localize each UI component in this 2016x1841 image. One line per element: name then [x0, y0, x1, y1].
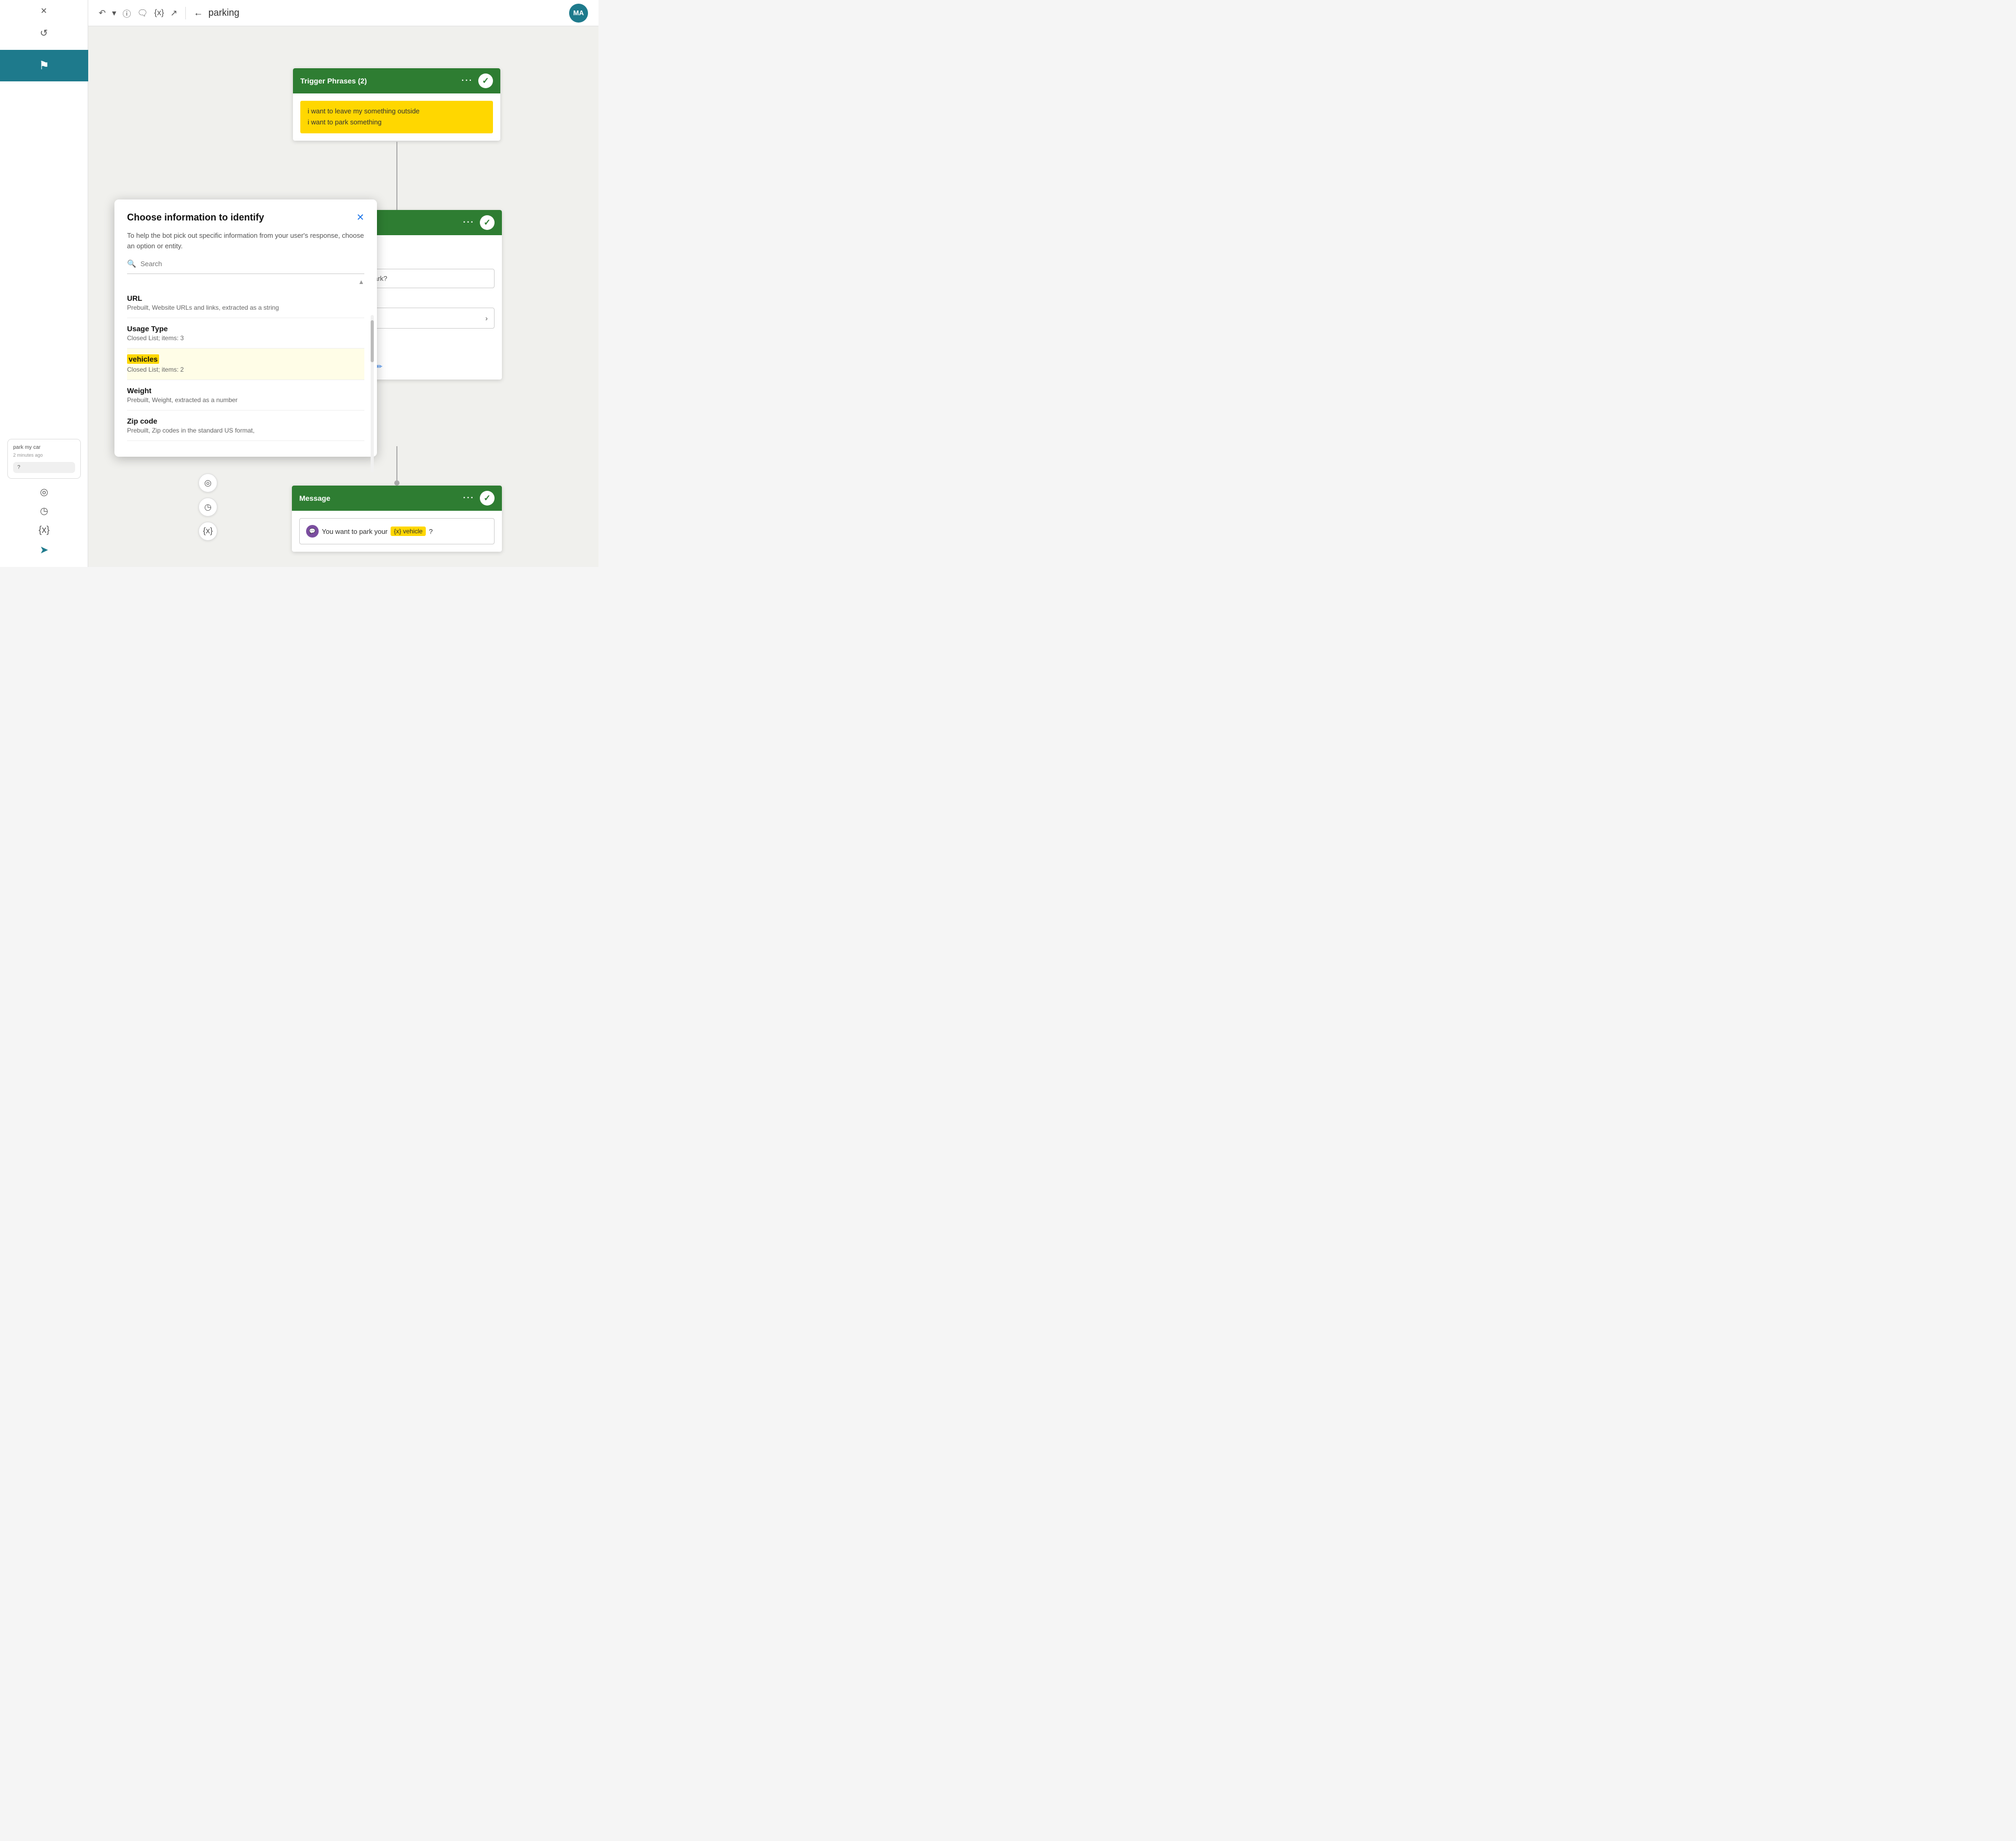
- refresh-icon[interactable]: ↺: [40, 28, 48, 39]
- dropdown-icon[interactable]: ▾: [112, 8, 116, 18]
- message-end: ?: [429, 528, 433, 535]
- panel-header: Choose information to identify ✕: [127, 212, 364, 223]
- trigger-node: Trigger Phrases (2) ··· ✓ i want to leav…: [293, 68, 500, 141]
- chat-preview: park my car 2 minutes ago ?: [7, 439, 81, 479]
- item-title: Weight: [127, 386, 364, 395]
- trigger-phrase-1: i want to leave my something outside: [308, 106, 486, 117]
- panel-description: To help the bot pick out specific inform…: [127, 230, 364, 251]
- panel-list: ▲ URL Prebuilt, Website URLs and links, …: [127, 276, 364, 444]
- variable-toolbar-icon[interactable]: {x}: [154, 8, 164, 18]
- target-control[interactable]: ◎: [198, 474, 217, 492]
- undo-icon[interactable]: ↶: [99, 8, 106, 18]
- message-content: 💬 You want to park your {x} vehicle ?: [299, 518, 495, 544]
- send-icon[interactable]: ➤: [40, 543, 49, 556]
- item-desc: Closed List; items: 3: [127, 334, 364, 342]
- scroll-up-indicator[interactable]: ▲: [127, 276, 364, 288]
- panel-scrollbar-thumb: [371, 320, 374, 362]
- info-icon[interactable]: ⓘ: [122, 7, 131, 19]
- chat-timestamp: 2 minutes ago: [13, 453, 75, 458]
- page-title: parking: [208, 7, 239, 18]
- trigger-node-menu[interactable]: ···: [461, 76, 473, 86]
- message-text: You want to park your: [322, 528, 387, 535]
- trigger-node-header: Trigger Phrases (2) ··· ✓: [293, 68, 500, 93]
- sidebar: × ↺ ⋮ ⚑ park my car 2 minutes ago ? ◎ ◷ …: [0, 0, 88, 567]
- connector-line-2: [396, 446, 397, 483]
- panel-search: 🔍: [127, 259, 364, 274]
- panel-scrollbar: [371, 315, 374, 472]
- list-item[interactable]: Weight Prebuilt, Weight, extracted as a …: [127, 380, 364, 411]
- search-input[interactable]: [140, 260, 364, 268]
- flag-icon: ⚑: [39, 59, 49, 72]
- list-item[interactable]: URL Prebuilt, Website URLs and links, ex…: [127, 288, 364, 318]
- chevron-right-icon: ›: [485, 314, 488, 322]
- item-desc-vehicles: Closed List; items: 2: [127, 366, 364, 373]
- message-node-header: Message ··· ✓: [292, 486, 502, 511]
- item-title: Zip code: [127, 417, 364, 425]
- search-icon: 🔍: [127, 259, 136, 268]
- message-var: {x} vehicle: [391, 527, 426, 536]
- question-node-check: ✓: [480, 215, 495, 230]
- canvas-content: Trigger Phrases (2) ··· ✓ i want to leav…: [88, 26, 598, 567]
- message-node-body: 💬 You want to park your {x} vehicle ?: [292, 511, 502, 552]
- message-node: Message ··· ✓ 💬 You want to park your {x…: [292, 486, 502, 552]
- item-title-vehicles: vehicles: [127, 354, 159, 364]
- question-node-menu[interactable]: ···: [463, 218, 475, 227]
- item-title: URL: [127, 294, 364, 302]
- message-node-check: ✓: [480, 491, 495, 506]
- panel-title: Choose information to identify: [127, 212, 264, 223]
- topics-tab[interactable]: ⚑: [0, 50, 88, 81]
- message-node-title: Message: [299, 494, 330, 502]
- item-title: Usage Type: [127, 324, 364, 333]
- user-avatar: MA: [569, 4, 588, 23]
- trigger-node-check: ✓: [478, 73, 493, 88]
- trigger-phrase-2: i want to park something: [308, 117, 486, 128]
- message-node-menu[interactable]: ···: [463, 493, 475, 503]
- message-icon: 💬: [306, 525, 319, 538]
- chart-icon[interactable]: ↗: [170, 8, 177, 18]
- sidebar-bottom: park my car 2 minutes ago ? ◎ ◷ {x} ➤: [0, 439, 88, 567]
- edit-icon[interactable]: ✏: [376, 362, 383, 371]
- list-item-vehicles[interactable]: vehicles Closed List; items: 2: [127, 349, 364, 380]
- list-item[interactable]: Zip code Prebuilt, Zip codes in the stan…: [127, 411, 364, 441]
- item-desc: Prebuilt, Website URLs and links, extrac…: [127, 304, 364, 311]
- panel-close-button[interactable]: ✕: [356, 212, 364, 223]
- clock-control[interactable]: ◷: [198, 498, 217, 517]
- trigger-node-body: i want to leave my something outside i w…: [293, 93, 500, 141]
- back-arrow-icon: ←: [194, 7, 203, 18]
- item-desc: Prebuilt, Zip codes in the standard US f…: [127, 427, 364, 434]
- close-button[interactable]: ×: [41, 5, 47, 17]
- chat-text: park my car: [13, 445, 75, 450]
- scroll-down-indicator[interactable]: ▼: [127, 441, 364, 444]
- clock-icon[interactable]: ◷: [40, 506, 48, 517]
- canvas-controls: ◎ ◷ {x}: [198, 474, 217, 541]
- choose-info-panel: Choose information to identify ✕ To help…: [114, 199, 377, 457]
- toolbar-right: MA: [569, 4, 588, 23]
- connector-line-1: [396, 142, 397, 210]
- variable-icon[interactable]: {x}: [38, 524, 49, 535]
- trigger-phrases: i want to leave my something outside i w…: [300, 101, 493, 133]
- item-desc: Prebuilt, Weight, extracted as a number: [127, 396, 364, 404]
- toolbar-icons: ↶ ▾ ⓘ 🗨 {x} ↗: [99, 7, 177, 19]
- back-button[interactable]: ← parking: [194, 7, 239, 18]
- toolbar: ↶ ▾ ⓘ 🗨 {x} ↗ ← parking MA: [88, 0, 598, 26]
- main-canvas: ↶ ▾ ⓘ 🗨 {x} ↗ ← parking MA Trigger Phras…: [88, 0, 598, 567]
- toolbar-divider: [185, 7, 186, 19]
- variable-control[interactable]: {x}: [198, 522, 217, 541]
- comment-icon[interactable]: 🗨: [137, 8, 148, 18]
- target-icon[interactable]: ◎: [40, 487, 48, 498]
- trigger-node-title: Trigger Phrases (2): [300, 77, 367, 85]
- sidebar-bottom-icons: ◎ ◷ {x} ➤: [38, 487, 49, 556]
- list-item[interactable]: Usage Type Closed List; items: 3: [127, 318, 364, 349]
- chat-question: ?: [13, 462, 75, 473]
- connector-dot: [394, 480, 400, 486]
